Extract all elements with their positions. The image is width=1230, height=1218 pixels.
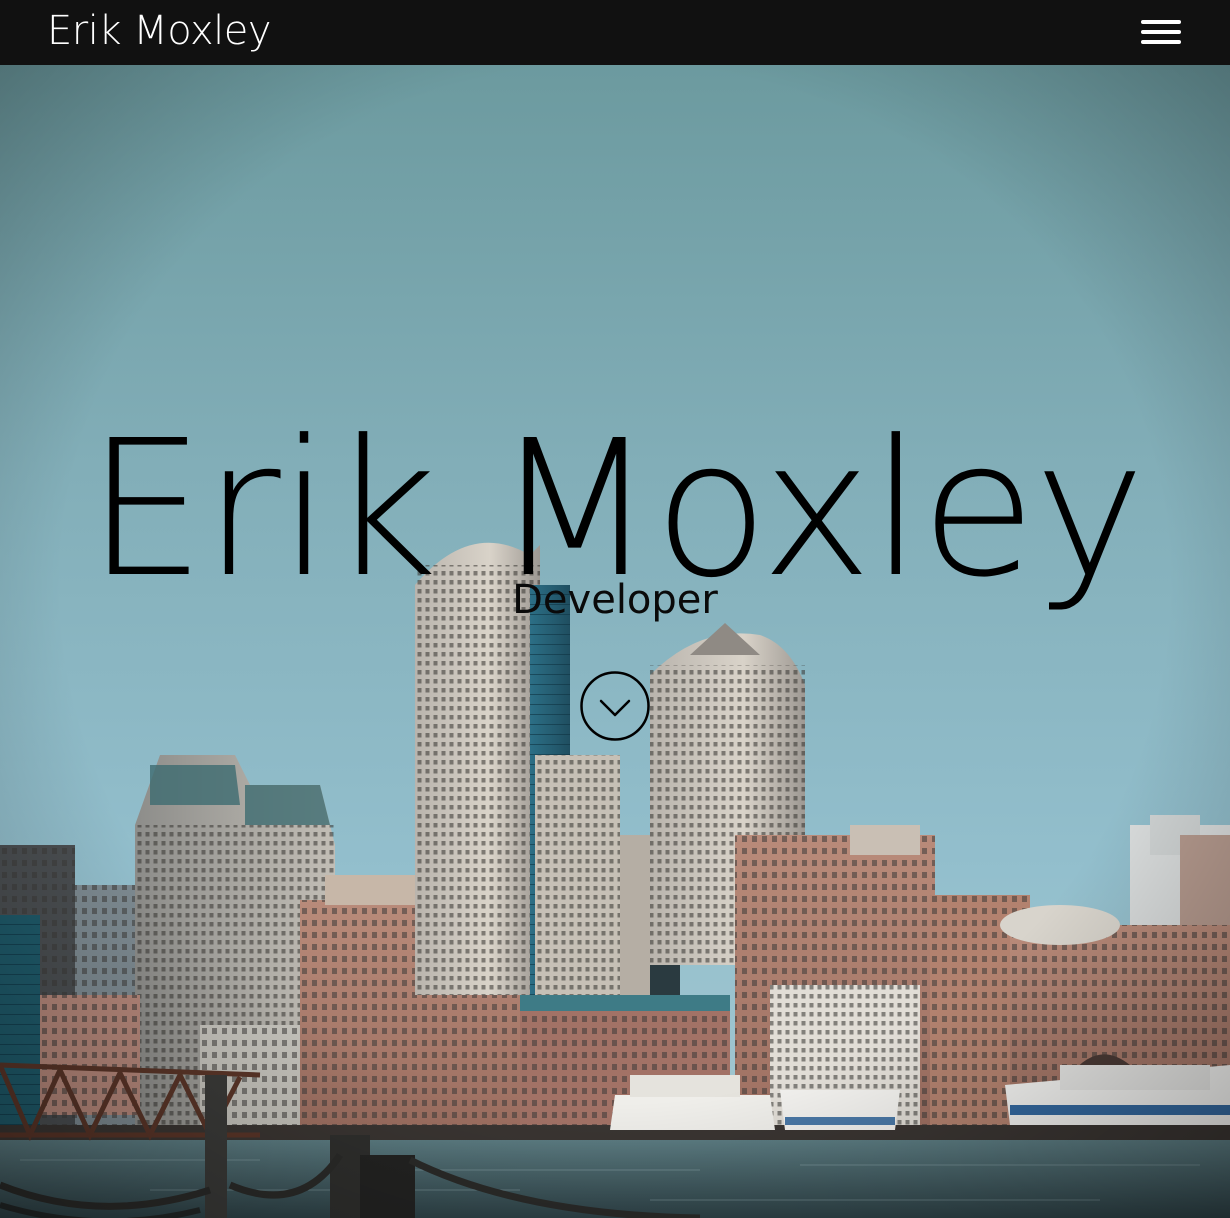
chevron-down-circle-icon — [580, 671, 650, 741]
hero-subtitle: Developer — [512, 577, 718, 623]
menu-line — [1141, 20, 1181, 24]
menu-line — [1141, 40, 1181, 44]
city-skyline-background — [0, 65, 1230, 1218]
scroll-down-button[interactable] — [580, 671, 650, 741]
menu-line — [1141, 30, 1181, 34]
site-brand-link[interactable]: Erik Moxley — [47, 6, 272, 56]
hamburger-menu-icon[interactable] — [1141, 20, 1181, 46]
hero-section: Erik Moxley Developer — [0, 65, 1230, 1218]
top-navbar: Erik Moxley — [0, 0, 1230, 65]
